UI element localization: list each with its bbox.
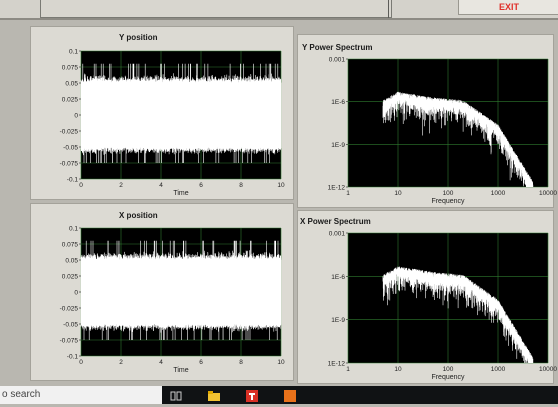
x-position-ytick: -0.025 xyxy=(60,306,79,313)
y-position-xtick: 10 xyxy=(277,182,285,189)
y-power-xtick: 10 xyxy=(394,190,402,197)
y-position-ytick: -0.05 xyxy=(63,145,78,152)
app-icon-red[interactable] xyxy=(246,389,258,402)
taskbar-search[interactable]: o search xyxy=(0,386,162,404)
y-position-ytick: -0.075 xyxy=(60,161,79,168)
x-position-ytick: -0.075 xyxy=(60,338,79,345)
y-power-xtick: 10000 xyxy=(539,190,557,197)
x-position-ytick: 0.05 xyxy=(65,258,78,265)
x-power-xtick: 1000 xyxy=(491,366,506,373)
app-icon-orange[interactable] xyxy=(284,389,296,402)
x-position-ytick: -0.05 xyxy=(63,322,78,329)
x-position-xtick: 0 xyxy=(79,359,83,366)
y-power-xtick: 100 xyxy=(443,190,454,197)
x-position-xtick: 4 xyxy=(159,359,163,366)
y-position-xtick: 8 xyxy=(239,182,243,189)
x-position-axes: 0.10.0750.050.0250-0.025-0.05-0.075-0.10… xyxy=(60,226,285,375)
y-power-series xyxy=(382,91,534,187)
y-position-xtick: 4 xyxy=(159,182,163,189)
section-separator xyxy=(0,18,558,20)
y-position-ytick: 0.1 xyxy=(69,49,78,56)
x-position-xtick: 8 xyxy=(239,359,243,366)
top-panel xyxy=(40,0,392,18)
y-position-panel: Y position 0.1 0.075 0.05 0.025 0 -0.025 -0.05… xyxy=(30,26,294,200)
y-power-xtick: 1 xyxy=(346,190,350,197)
y-position-xtick: 0 xyxy=(79,182,83,189)
exit-button[interactable]: EXIT xyxy=(458,0,558,15)
x-position-panel: X position 0.1 0.075 0.05 0.025 0 -0.025 -0.05… xyxy=(30,203,294,381)
x-power-xtick: 1 xyxy=(346,366,350,373)
y-position-ytick: 0 xyxy=(74,113,78,120)
y-power-xlabel: Frequency xyxy=(431,198,465,205)
top-divider xyxy=(388,0,389,18)
y-power-ytick: 1E-12 xyxy=(328,185,346,192)
x-power-ytick: 1E-12 xyxy=(328,361,346,368)
x-position-ytick: 0.025 xyxy=(62,274,79,281)
y-power-xtick: 1000 xyxy=(491,190,506,197)
y-position-series-band xyxy=(81,83,281,147)
y-position-xtick: 2 xyxy=(119,182,123,189)
y-power-ytick: 0.001 xyxy=(329,57,346,64)
y-position-xtick: 6 xyxy=(199,182,203,189)
x-position-xtick: 2 xyxy=(119,359,123,366)
x-position-ytick: 0.1 xyxy=(69,226,78,233)
x-power-xlabel: Frequency xyxy=(431,374,465,381)
y-power-spectrum-panel: Y Power Spectrum 0.001 1E-6 1E-9 1E-12 1 10 10… xyxy=(297,34,558,208)
y-power-spectrum-axes: 0.001 1E-6 1E-9 1E-121 10 100 1000 10000 Frequen… xyxy=(328,57,558,206)
x-power-xtick: 100 xyxy=(443,366,454,373)
y-position-xlabel: Time xyxy=(173,190,188,197)
x-power-spectrum-panel: X Power Spectrum 0.001 1E-6 1E-9 1E-12 1 10 10… xyxy=(297,210,558,384)
task-view-icon[interactable] xyxy=(170,389,182,401)
y-position-axes: 0.10.0750.050.0250-0.025-0.05-0.075-0.10… xyxy=(60,49,285,198)
x-position-xlabel: Time xyxy=(173,367,188,374)
y-position-ytick: 0.075 xyxy=(62,65,79,72)
y-power-ytick: 1E-9 xyxy=(331,142,345,149)
x-power-xtick: 10000 xyxy=(539,366,557,373)
x-power-ytick: 1E-9 xyxy=(331,317,345,324)
y-position-ytick: -0.1 xyxy=(67,177,79,184)
file-explorer-icon[interactable] xyxy=(208,389,220,401)
x-power-series xyxy=(382,266,534,363)
x-position-ytick: -0.1 xyxy=(67,354,79,361)
x-position-ytick: 0.075 xyxy=(62,242,79,249)
x-power-ytick: 1E-6 xyxy=(331,274,345,281)
y-power-ytick: 1E-6 xyxy=(331,99,345,106)
y-position-ytick: 0.05 xyxy=(65,81,78,88)
y-position-ytick: -0.025 xyxy=(60,129,79,136)
x-power-spectrum-axes: 0.001 1E-6 1E-9 1E-121 10 100 1000 10000 Frequen… xyxy=(328,231,558,382)
x-position-xtick: 10 xyxy=(277,359,285,366)
x-power-xtick: 10 xyxy=(394,366,402,373)
x-position-ytick: 0 xyxy=(74,290,78,297)
y-position-ytick: 0.025 xyxy=(62,97,79,104)
x-power-ytick: 0.001 xyxy=(329,231,346,238)
x-position-xtick: 6 xyxy=(199,359,203,366)
x-position-series-band xyxy=(81,260,281,324)
